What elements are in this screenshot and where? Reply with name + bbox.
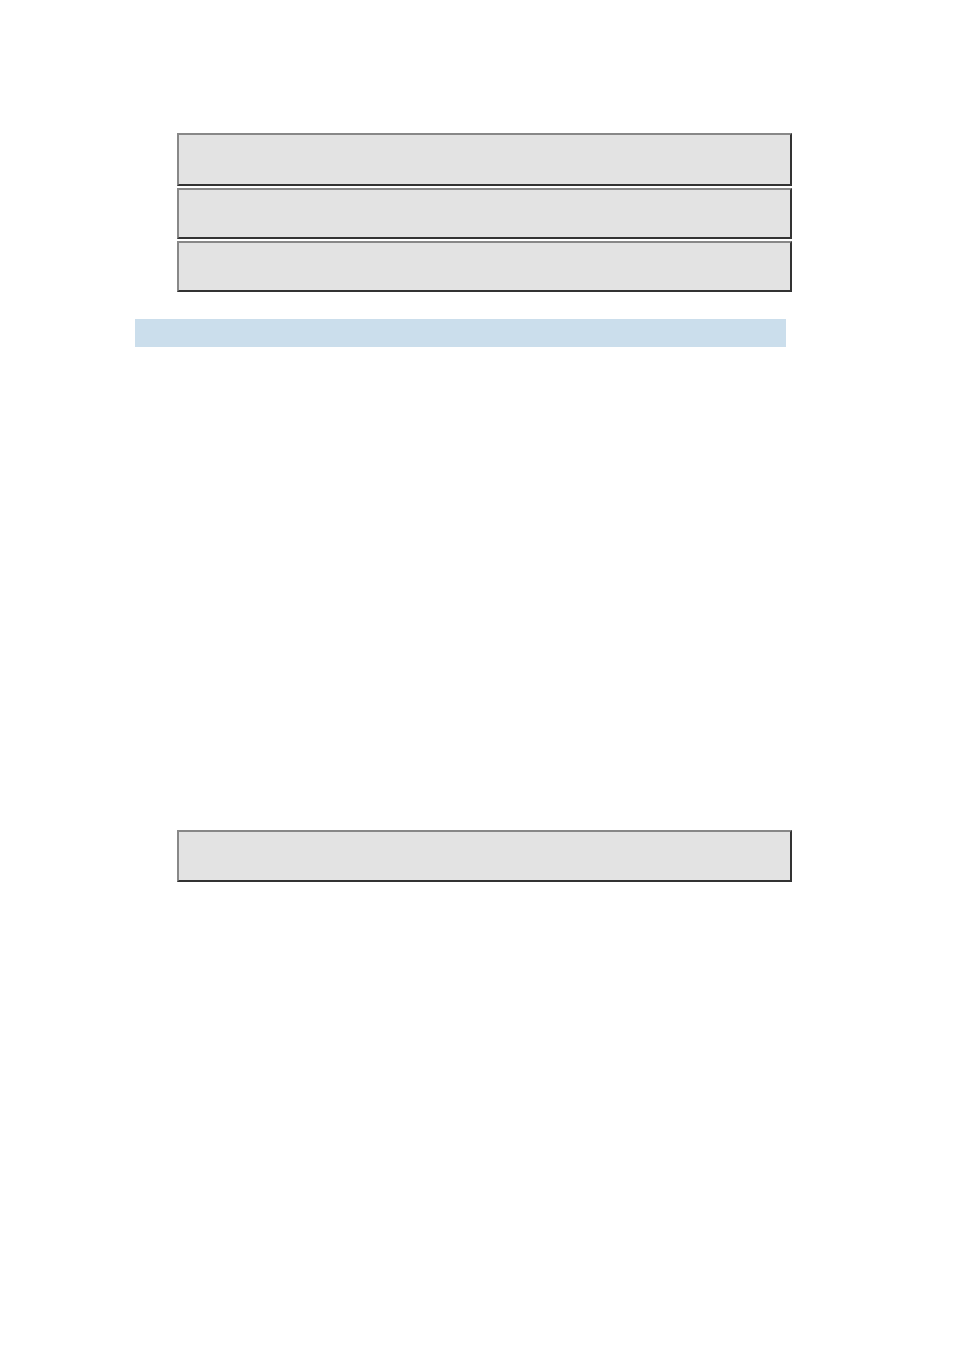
table2-row-1: [177, 830, 792, 882]
table1-row-1: [177, 133, 792, 186]
table1-row-2: [177, 188, 792, 239]
table1-row-3: [177, 241, 792, 292]
highlight-band: [135, 319, 786, 347]
